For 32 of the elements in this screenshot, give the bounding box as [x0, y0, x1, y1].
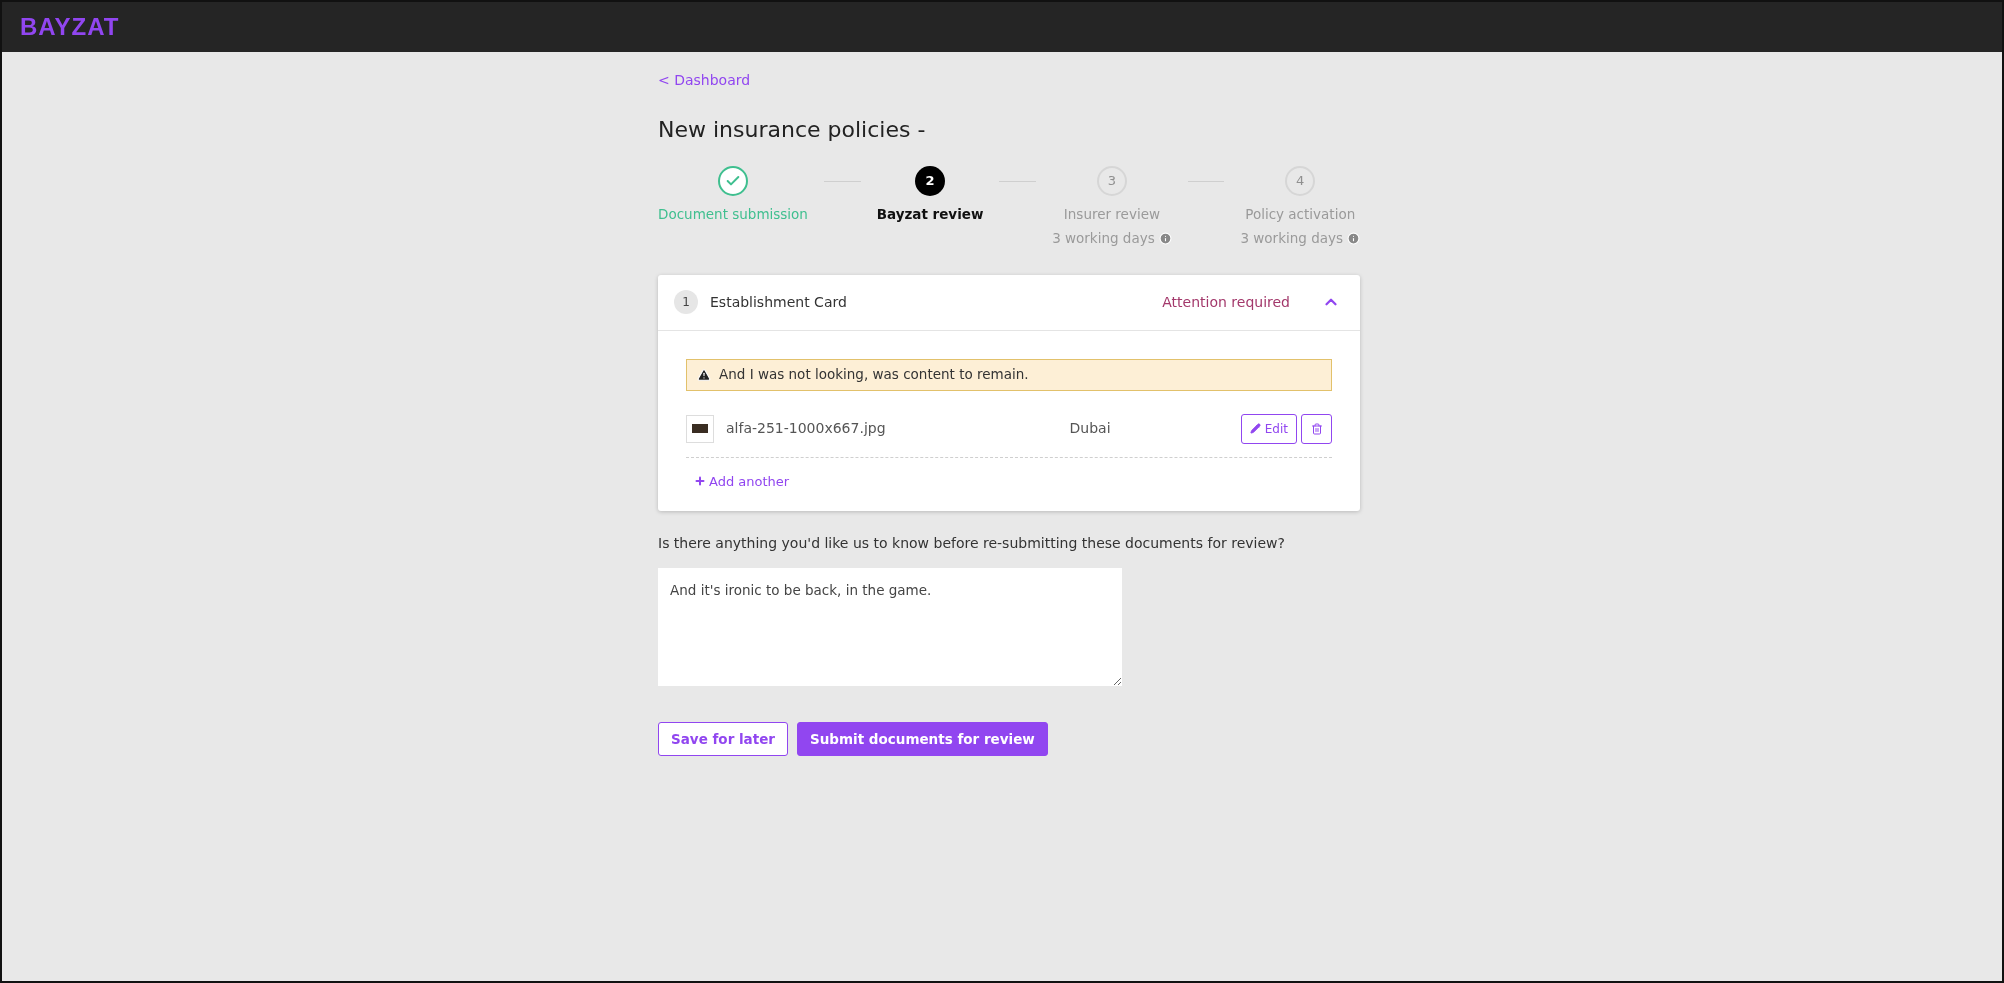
section-title: Establishment Card	[710, 292, 847, 312]
comment-field[interactable]: And it's ironic to be back, in the game.	[658, 568, 1122, 686]
info-icon[interactable]	[1347, 231, 1360, 245]
submit-button[interactable]: Submit documents for review	[797, 722, 1048, 756]
step-duration: 3 working days	[1240, 229, 1343, 249]
info-icon[interactable]	[1158, 231, 1172, 245]
step-number: 3	[1096, 166, 1127, 196]
step-label: Document submission	[658, 205, 808, 224]
add-another-link[interactable]: Add another	[694, 471, 790, 491]
question-text: Is there anything you'd like us to know before re-submitting these documents for review?	[658, 534, 1286, 553]
trash-icon	[1310, 422, 1323, 435]
delete-button[interactable]	[1301, 413, 1332, 444]
attention-status: Attention required	[1162, 292, 1290, 312]
warning-icon	[697, 367, 711, 382]
step-label: Policy activation	[1245, 205, 1356, 224]
step-label: Insurer review	[1063, 205, 1160, 224]
alert-message: And I was not looking, was content to remain.	[719, 365, 1029, 385]
bayzat-logo[interactable]: BAYZAT	[20, 9, 120, 45]
file-name: alfa-251-1000x667.jpg	[726, 419, 886, 438]
edit-button[interactable]: Edit	[1240, 413, 1297, 444]
section-number: 1	[674, 290, 698, 314]
save-button[interactable]: Save for later	[658, 722, 788, 756]
step-duration: 3 working days	[1052, 229, 1155, 249]
back-link[interactable]: < Dashboard	[658, 70, 751, 91]
plus-icon	[694, 475, 706, 488]
page-title: New insurance policies -	[658, 116, 927, 144]
step-label: Bayzat review	[876, 205, 984, 224]
file-location: Dubai	[1069, 419, 1111, 438]
step-number: 2	[915, 166, 946, 196]
pencil-icon	[1249, 423, 1261, 434]
image-thumbnail	[686, 414, 714, 443]
step-number: 4	[1285, 166, 1316, 196]
